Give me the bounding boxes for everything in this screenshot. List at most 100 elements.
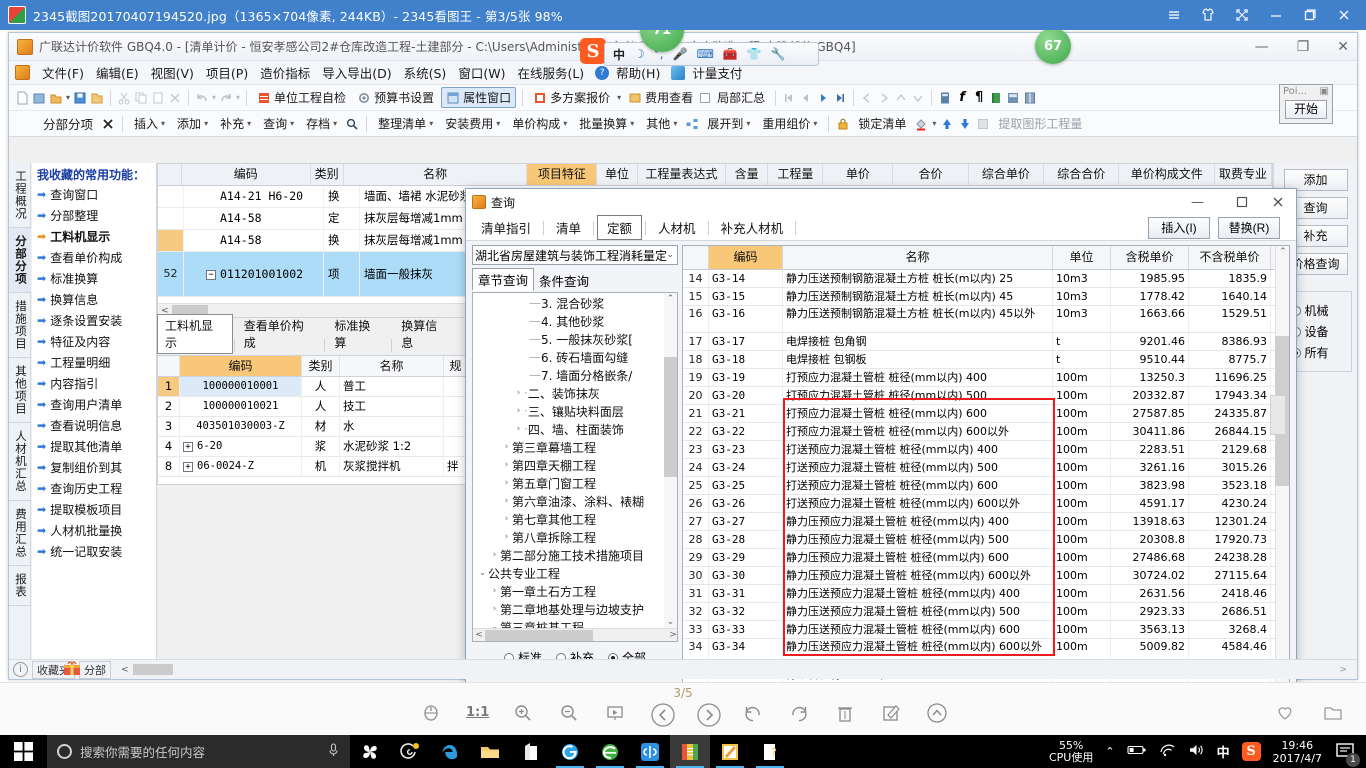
- favorite-item-content-guide[interactable]: ➡ 内容指引: [37, 375, 153, 392]
- favorite-item-quantity-detail[interactable]: ➡ 工程量明细: [37, 354, 153, 371]
- delete-icon[interactable]: [834, 702, 856, 724]
- cursor-mouse-icon[interactable]: [420, 702, 442, 724]
- col-code[interactable]: 编码: [182, 164, 311, 185]
- table-row[interactable]: 17 G3-17 电焊接桩 包角钢 t 9201.46 8386.93: [683, 333, 1289, 351]
- quota-results-table[interactable]: 编码 名称 单位 含税单价 不含税单价 14 G3-14 静力压送预制钢筋混凝土方桩…: [682, 245, 1290, 682]
- wifi-icon[interactable]: [1159, 743, 1176, 760]
- zoom-out-icon[interactable]: [558, 702, 580, 724]
- insert-dialog-button[interactable]: 插入(I): [1148, 217, 1210, 239]
- tree-node[interactable]: › 第五章门窗工程: [473, 474, 664, 492]
- favorite-item-section-organize[interactable]: ➡ 分部整理: [37, 207, 153, 224]
- col-quantity-expr[interactable]: 工程量表达式: [638, 164, 726, 185]
- table-row[interactable]: 18 G3-18 电焊接桩 包钢板 t 9510.44 8775.7: [683, 351, 1289, 369]
- folder-icon[interactable]: [1322, 702, 1344, 724]
- rotate-right-icon[interactable]: [788, 702, 810, 724]
- favorite-item-query-window[interactable]: ➡ 查询窗口: [37, 186, 153, 203]
- col-feature[interactable]: 项目特征: [527, 164, 598, 185]
- viewer-image-canvas[interactable]: 广联达计价软件 GBQ4.0 - [清单计价 - 恒安孝感公司2#仓库改造工程-…: [0, 30, 1366, 682]
- paragraph-icon[interactable]: ¶: [972, 90, 986, 105]
- status-hscroll-thumb[interactable]: [132, 664, 173, 675]
- col-taxed-price[interactable]: 含税单价: [1111, 246, 1189, 269]
- radio-machinery[interactable]: 机械: [1290, 302, 1347, 319]
- volume-icon[interactable]: [1188, 743, 1205, 760]
- tree-node[interactable]: › · 三、镶贴块料面层: [473, 402, 664, 420]
- zoom-in-icon[interactable]: [512, 702, 534, 724]
- taskbar-icon-pinwheel[interactable]: [350, 735, 390, 768]
- keyboard-icon[interactable]: ⌨: [697, 47, 714, 61]
- vtab-resource-summary[interactable]: 人材机汇总: [9, 423, 31, 501]
- radio-all[interactable]: 所有: [1290, 344, 1347, 361]
- col-code[interactable]: 编码: [180, 356, 302, 376]
- table-row[interactable]: 23 G3-23 打送预应力混凝土管桩 桩径(mm以内) 400 100m 2283.5…: [683, 441, 1289, 459]
- expand-to-button[interactable]: 展开到 ▾: [703, 114, 754, 133]
- subtab-chapter-query[interactable]: 章节查询: [472, 268, 535, 291]
- summary-icon[interactable]: [1006, 91, 1020, 105]
- collapse-toggle-icon[interactable]: −: [206, 269, 216, 280]
- battery-icon[interactable]: [1127, 743, 1147, 760]
- taskbar-icon-cortana-bell[interactable]: [390, 735, 430, 768]
- wrench-icon[interactable]: 🔧: [771, 47, 786, 61]
- vtab-measure-items[interactable]: 措施项目: [9, 293, 31, 358]
- vtab-project-overview[interactable]: 工程概况: [9, 163, 31, 228]
- tree-node[interactable]: › 第二部分施工技术措施项目: [473, 546, 664, 564]
- unit-price-composition-button[interactable]: 单价构成 ▾: [508, 114, 571, 133]
- fullscreen-icon[interactable]: [1234, 7, 1250, 23]
- tree-node[interactable]: —7. 墙面分格嵌条/: [473, 366, 664, 384]
- table-row[interactable]: 2 100000010021 人 技工: [158, 397, 468, 417]
- dialog-minimize-button[interactable]: —: [1191, 189, 1204, 215]
- status-tab-sections[interactable]: 分部: [79, 660, 111, 679]
- tree-node[interactable]: › 第六章油漆、涂料、裱糊: [473, 492, 664, 510]
- favorite-item-batch-resource[interactable]: ➡ 人材机批量换: [37, 522, 153, 539]
- dtab-quota[interactable]: 定额: [597, 215, 643, 240]
- chevron-right-icon[interactable]: ›: [501, 532, 512, 542]
- chevron-right-icon[interactable]: ›: [489, 550, 500, 560]
- skin-shirt-icon[interactable]: 👕: [747, 47, 762, 61]
- tree-node[interactable]: › 第三章幕墙工程: [473, 438, 664, 456]
- slideshow-icon[interactable]: [604, 702, 626, 724]
- lock-list-button[interactable]: 锁定清单: [854, 114, 910, 133]
- menu-import-export[interactable]: 导入导出(D): [317, 61, 396, 84]
- chevron-right-icon[interactable]: ›: [513, 424, 524, 434]
- function-icon[interactable]: f: [955, 90, 969, 105]
- app-maximize-button[interactable]: ❐: [1297, 40, 1310, 54]
- scroll-left-icon[interactable]: <: [473, 630, 485, 640]
- insert-button[interactable]: 插入 ▾: [130, 114, 169, 133]
- radio-equipment[interactable]: 设备: [1290, 323, 1347, 340]
- move-right-icon[interactable]: [877, 91, 891, 105]
- tab-resource-display[interactable]: 工料机显示: [157, 314, 233, 354]
- copy-icon[interactable]: [134, 91, 148, 105]
- first-page-icon[interactable]: [782, 91, 796, 105]
- arrow-down-icon[interactable]: [958, 117, 972, 131]
- table-row[interactable]: 8 +06-0024-Z 机 灰浆搅拌机 拌: [158, 457, 468, 477]
- tree-node[interactable]: ⌄ 第三章桩基工程: [473, 618, 664, 629]
- chevron-right-icon[interactable]: ›: [501, 514, 512, 524]
- table-row[interactable]: 25 G3-25 打送预应力混凝土管桩 桩径(mm以内) 600 100m 3823.9…: [683, 477, 1289, 495]
- move-up-icon[interactable]: [894, 91, 908, 105]
- sogou-tray-icon[interactable]: S: [1241, 742, 1261, 761]
- move-left-icon[interactable]: [860, 91, 874, 105]
- col-unit[interactable]: 单位: [1053, 246, 1111, 269]
- favorite-item-copy-price[interactable]: ➡ 复制组价到其: [37, 459, 153, 476]
- float-tip-start-button[interactable]: 开始: [1285, 100, 1327, 119]
- batch-convert-button[interactable]: 批量换算 ▾: [575, 114, 638, 133]
- tree-node[interactable]: —4. 其他砂浆: [473, 312, 664, 330]
- tab-unit-price-composition[interactable]: 查看单价构成: [236, 314, 324, 354]
- start-button[interactable]: [0, 735, 47, 768]
- taskbar-clock[interactable]: 19:46 2017/4/7: [1273, 739, 1322, 765]
- tree-node[interactable]: › 第一章土石方工程: [473, 582, 664, 600]
- scroll-up-icon[interactable]: ⌃: [1276, 246, 1289, 259]
- favorite-item-unified-install[interactable]: ➡ 统一记取安装: [37, 543, 153, 560]
- scroll-right-icon[interactable]: >: [667, 630, 677, 640]
- query-button[interactable]: 查询 ▾: [259, 114, 298, 133]
- chevron-right-icon[interactable]: ›: [501, 460, 512, 470]
- notification-center-icon[interactable]: 1: [1334, 740, 1360, 767]
- menu-project[interactable]: 项目(P): [201, 61, 253, 84]
- last-page-icon[interactable]: [833, 91, 847, 105]
- col-comp-total[interactable]: 综合合价: [1044, 164, 1120, 185]
- table-row[interactable]: 21 G3-21 打预应力混凝土管桩 桩径(mm以内) 600 100m 27587.8…: [683, 405, 1289, 423]
- tree-hscroll-thumb[interactable]: [485, 629, 593, 641]
- dtab-supplement-resources[interactable]: 补充人材机: [712, 216, 793, 239]
- favorite-item-view-description[interactable]: ➡ 查看说明信息: [37, 417, 153, 434]
- table-row[interactable]: 29 G3-29 静力压预应力混凝土管桩 桩径(mm以内) 600 100m 27486…: [683, 549, 1289, 567]
- replace-dialog-button[interactable]: 替换(R): [1218, 217, 1280, 239]
